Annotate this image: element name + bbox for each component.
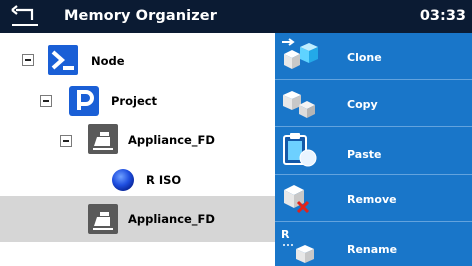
project-icon bbox=[69, 86, 99, 116]
clone-icon bbox=[282, 38, 318, 69]
tree-node-label: Appliance_FD bbox=[128, 133, 215, 147]
rename-button[interactable]: R Rename bbox=[275, 222, 472, 266]
remove-button[interactable]: Remove bbox=[275, 175, 472, 221]
remove-label: Remove bbox=[347, 193, 397, 206]
copy-button[interactable]: Copy bbox=[275, 80, 472, 126]
collapse-toggle-icon[interactable] bbox=[40, 95, 52, 107]
appliance-icon bbox=[88, 124, 118, 154]
back-arrow-icon[interactable] bbox=[6, 4, 42, 28]
page-title: Memory Organizer bbox=[64, 8, 217, 24]
header-bar: Memory Organizer 03:33 bbox=[0, 0, 472, 33]
paste-icon bbox=[283, 133, 317, 167]
collapse-toggle-icon[interactable] bbox=[22, 54, 34, 66]
collapse-toggle-icon[interactable] bbox=[60, 135, 72, 147]
tree-node-label: Appliance_FD bbox=[128, 212, 215, 226]
action-panel: Clone Copy Paste Remove R Rename bbox=[275, 33, 472, 266]
copy-label: Copy bbox=[347, 98, 378, 111]
measurement-dot-icon bbox=[112, 169, 134, 191]
paste-button[interactable]: Paste bbox=[275, 127, 472, 173]
copy-icon bbox=[283, 91, 315, 118]
rename-label: Rename bbox=[347, 243, 398, 256]
clone-button[interactable]: Clone bbox=[275, 33, 472, 79]
rename-icon: R bbox=[281, 228, 314, 263]
memory-tree: Node Project Appliance_FD R ISO Applianc… bbox=[0, 33, 275, 266]
tree-node-label: Project bbox=[111, 94, 158, 108]
appliance-icon bbox=[88, 204, 118, 234]
svg-text:R: R bbox=[281, 228, 290, 241]
remove-icon bbox=[284, 185, 310, 214]
node-icon bbox=[48, 45, 78, 75]
paste-label: Paste bbox=[347, 148, 382, 161]
tree-node-label: R ISO bbox=[146, 173, 182, 187]
clone-label: Clone bbox=[347, 51, 382, 64]
tree-row-appliance-selected[interactable]: Appliance_FD bbox=[0, 196, 275, 242]
tree-node-label: Node bbox=[91, 54, 125, 68]
tree-row-node[interactable]: Node bbox=[0, 37, 275, 83]
clock-time: 03:33 bbox=[419, 8, 466, 24]
